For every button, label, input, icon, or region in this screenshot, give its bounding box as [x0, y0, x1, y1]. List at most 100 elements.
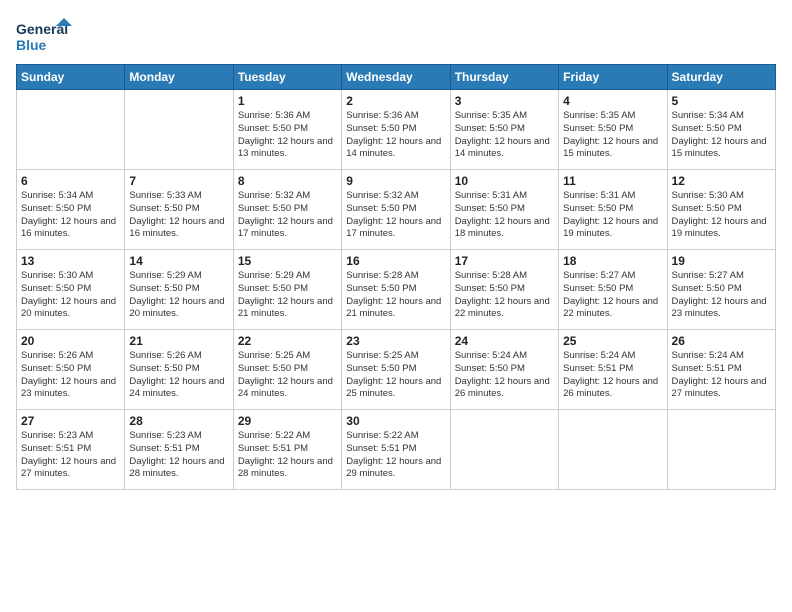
day-number: 25	[563, 334, 662, 348]
day-info: Sunrise: 5:32 AMSunset: 5:50 PMDaylight:…	[346, 190, 445, 241]
calendar-cell: 28 Sunrise: 5:23 AMSunset: 5:51 PMDayligh…	[125, 410, 233, 490]
calendar-cell: 24 Sunrise: 5:24 AMSunset: 5:50 PMDayligh…	[450, 330, 558, 410]
day-info: Sunrise: 5:27 AMSunset: 5:50 PMDaylight:…	[672, 270, 771, 321]
day-info: Sunrise: 5:25 AMSunset: 5:50 PMDaylight:…	[238, 350, 337, 401]
day-number: 10	[455, 174, 554, 188]
calendar-cell: 23 Sunrise: 5:25 AMSunset: 5:50 PMDayligh…	[342, 330, 450, 410]
calendar-cell: 20 Sunrise: 5:26 AMSunset: 5:50 PMDayligh…	[17, 330, 125, 410]
calendar-cell	[125, 90, 233, 170]
column-header-sunday: Sunday	[17, 65, 125, 90]
calendar-cell: 2 Sunrise: 5:36 AMSunset: 5:50 PMDaylight…	[342, 90, 450, 170]
calendar-cell: 8 Sunrise: 5:32 AMSunset: 5:50 PMDaylight…	[233, 170, 341, 250]
calendar-cell: 14Sunrise: 5:29 AMSunset: 5:50 PMDayligh…	[125, 250, 233, 330]
logo: General Blue	[16, 16, 76, 56]
logo-svg: General Blue	[16, 16, 76, 56]
calendar-cell: 9 Sunrise: 5:32 AMSunset: 5:50 PMDaylight…	[342, 170, 450, 250]
day-number: 26	[672, 334, 771, 348]
day-number: 12	[672, 174, 771, 188]
day-number: 16	[346, 254, 445, 268]
day-number: 19	[672, 254, 771, 268]
day-info: Sunrise: 5:26 AMSunset: 5:50 PMDaylight:…	[21, 350, 120, 401]
calendar-cell	[559, 410, 667, 490]
day-number: 3	[455, 94, 554, 108]
calendar-cell: 13Sunrise: 5:30 AMSunset: 5:50 PMDayligh…	[17, 250, 125, 330]
day-number: 8	[238, 174, 337, 188]
day-number: 14	[129, 254, 228, 268]
day-info: Sunrise: 5:36 AMSunset: 5:50 PMDaylight:…	[346, 110, 445, 161]
day-number: 23	[346, 334, 445, 348]
day-number: 20	[21, 334, 120, 348]
day-number: 30	[346, 414, 445, 428]
day-info: Sunrise: 5:35 AMSunset: 5:50 PMDaylight:…	[563, 110, 662, 161]
svg-text:Blue: Blue	[16, 37, 47, 53]
calendar-cell: 4 Sunrise: 5:35 AMSunset: 5:50 PMDaylight…	[559, 90, 667, 170]
column-header-wednesday: Wednesday	[342, 65, 450, 90]
day-info: Sunrise: 5:34 AMSunset: 5:50 PMDaylight:…	[672, 110, 771, 161]
day-info: Sunrise: 5:32 AMSunset: 5:50 PMDaylight:…	[238, 190, 337, 241]
calendar-cell: 15 Sunrise: 5:29 AMSunset: 5:50 PMDayligh…	[233, 250, 341, 330]
day-info: Sunrise: 5:34 AMSunset: 5:50 PMDaylight:…	[21, 190, 120, 241]
calendar-cell: 3Sunrise: 5:35 AMSunset: 5:50 PMDaylight…	[450, 90, 558, 170]
day-info: Sunrise: 5:28 AMSunset: 5:50 PMDaylight:…	[346, 270, 445, 321]
day-number: 18	[563, 254, 662, 268]
calendar-cell: 19 Sunrise: 5:27 AMSunset: 5:50 PMDayligh…	[667, 250, 775, 330]
day-number: 4	[563, 94, 662, 108]
day-number: 5	[672, 94, 771, 108]
day-number: 22	[238, 334, 337, 348]
column-header-monday: Monday	[125, 65, 233, 90]
calendar-cell: 17 Sunrise: 5:28 AMSunset: 5:50 PMDayligh…	[450, 250, 558, 330]
calendar-cell: 22 Sunrise: 5:25 AMSunset: 5:50 PMDayligh…	[233, 330, 341, 410]
calendar-cell: 25 Sunrise: 5:24 AMSunset: 5:51 PMDayligh…	[559, 330, 667, 410]
calendar-week-4: 20 Sunrise: 5:26 AMSunset: 5:50 PMDayligh…	[17, 330, 776, 410]
day-number: 24	[455, 334, 554, 348]
day-info: Sunrise: 5:30 AMSunset: 5:50 PMDaylight:…	[672, 190, 771, 241]
day-info: Sunrise: 5:24 AMSunset: 5:51 PMDaylight:…	[672, 350, 771, 401]
day-info: Sunrise: 5:23 AMSunset: 5:51 PMDaylight:…	[21, 430, 120, 481]
day-number: 9	[346, 174, 445, 188]
day-number: 1	[238, 94, 337, 108]
day-number: 7	[129, 174, 228, 188]
column-header-tuesday: Tuesday	[233, 65, 341, 90]
day-number: 11	[563, 174, 662, 188]
day-info: Sunrise: 5:24 AMSunset: 5:50 PMDaylight:…	[455, 350, 554, 401]
column-header-friday: Friday	[559, 65, 667, 90]
column-header-saturday: Saturday	[667, 65, 775, 90]
calendar-week-2: 6Sunrise: 5:34 AMSunset: 5:50 PMDaylight…	[17, 170, 776, 250]
day-info: Sunrise: 5:24 AMSunset: 5:51 PMDaylight:…	[563, 350, 662, 401]
calendar-cell: 10 Sunrise: 5:31 AMSunset: 5:50 PMDayligh…	[450, 170, 558, 250]
calendar-cell: 18Sunrise: 5:27 AMSunset: 5:50 PMDayligh…	[559, 250, 667, 330]
calendar-cell: 21Sunrise: 5:26 AMSunset: 5:50 PMDayligh…	[125, 330, 233, 410]
calendar-cell: 30 Sunrise: 5:22 AMSunset: 5:51 PMDayligh…	[342, 410, 450, 490]
day-info: Sunrise: 5:33 AMSunset: 5:50 PMDaylight:…	[129, 190, 228, 241]
calendar-week-3: 13Sunrise: 5:30 AMSunset: 5:50 PMDayligh…	[17, 250, 776, 330]
day-info: Sunrise: 5:25 AMSunset: 5:50 PMDaylight:…	[346, 350, 445, 401]
day-info: Sunrise: 5:22 AMSunset: 5:51 PMDaylight:…	[238, 430, 337, 481]
day-number: 2	[346, 94, 445, 108]
day-info: Sunrise: 5:29 AMSunset: 5:50 PMDaylight:…	[238, 270, 337, 321]
day-info: Sunrise: 5:31 AMSunset: 5:50 PMDaylight:…	[563, 190, 662, 241]
day-info: Sunrise: 5:22 AMSunset: 5:51 PMDaylight:…	[346, 430, 445, 481]
day-number: 28	[129, 414, 228, 428]
calendar-cell	[17, 90, 125, 170]
day-info: Sunrise: 5:36 AMSunset: 5:50 PMDaylight:…	[238, 110, 337, 161]
calendar-cell: 11 Sunrise: 5:31 AMSunset: 5:50 PMDayligh…	[559, 170, 667, 250]
day-number: 17	[455, 254, 554, 268]
calendar-cell	[667, 410, 775, 490]
day-info: Sunrise: 5:28 AMSunset: 5:50 PMDaylight:…	[455, 270, 554, 321]
day-number: 15	[238, 254, 337, 268]
day-number: 21	[129, 334, 228, 348]
calendar-cell: 29 Sunrise: 5:22 AMSunset: 5:51 PMDayligh…	[233, 410, 341, 490]
calendar-cell	[450, 410, 558, 490]
calendar-cell: 5 Sunrise: 5:34 AMSunset: 5:50 PMDaylight…	[667, 90, 775, 170]
day-info: Sunrise: 5:31 AMSunset: 5:50 PMDaylight:…	[455, 190, 554, 241]
calendar-cell: 27 Sunrise: 5:23 AMSunset: 5:51 PMDayligh…	[17, 410, 125, 490]
day-number: 27	[21, 414, 120, 428]
day-number: 29	[238, 414, 337, 428]
calendar-week-1: 1 Sunrise: 5:36 AMSunset: 5:50 PMDaylight…	[17, 90, 776, 170]
column-header-thursday: Thursday	[450, 65, 558, 90]
day-info: Sunrise: 5:23 AMSunset: 5:51 PMDaylight:…	[129, 430, 228, 481]
day-info: Sunrise: 5:30 AMSunset: 5:50 PMDaylight:…	[21, 270, 120, 321]
calendar-cell: 12 Sunrise: 5:30 AMSunset: 5:50 PMDayligh…	[667, 170, 775, 250]
calendar-cell: 6Sunrise: 5:34 AMSunset: 5:50 PMDaylight…	[17, 170, 125, 250]
calendar-cell: 7 Sunrise: 5:33 AMSunset: 5:50 PMDaylight…	[125, 170, 233, 250]
